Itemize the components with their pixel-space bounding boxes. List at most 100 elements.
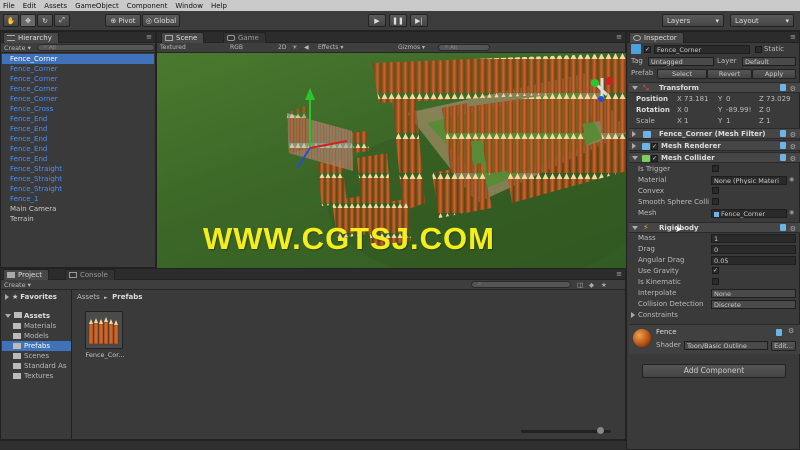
scale-y-field[interactable]: 1 xyxy=(726,116,756,126)
mesh-collider-checkbox[interactable]: ✓ xyxy=(651,155,658,162)
shader-edit-button[interactable]: Edit... xyxy=(771,341,796,351)
effects-dropdown[interactable]: Effects ▾ xyxy=(318,44,376,51)
tab-menu-icon[interactable]: ≡ xyxy=(790,33,796,41)
render-mode-dropdown[interactable]: Textured xyxy=(160,44,230,51)
pos-x-field[interactable]: 73.181 xyxy=(684,94,716,104)
interpolate-dropdown[interactable]: None xyxy=(711,289,796,298)
hierarchy-item[interactable]: Fence_Straight xyxy=(10,164,62,174)
mesh-renderer-header[interactable]: ✓ Mesh Renderer ⚙ xyxy=(629,140,800,151)
folder-item[interactable]: Textures xyxy=(13,372,53,380)
help-book-icon[interactable] xyxy=(780,224,786,231)
object-picker-icon[interactable]: ◉ xyxy=(789,176,794,183)
folder-item[interactable]: Scenes xyxy=(13,352,49,360)
mesh-field[interactable]: Fence_Corner xyxy=(711,209,787,218)
angular-drag-field[interactable]: 0.05 xyxy=(711,256,796,265)
favorite-star-icon[interactable]: ★ xyxy=(601,281,607,289)
tab-menu-icon[interactable]: ≡ xyxy=(146,33,152,41)
rot-z-field[interactable]: 0 xyxy=(766,105,798,115)
tab-scene[interactable]: Scene xyxy=(161,32,205,43)
light-icon[interactable]: ☀ xyxy=(292,44,304,51)
rot-y-field[interactable]: -89.99! xyxy=(726,105,756,115)
smooth-sphere-checkbox[interactable] xyxy=(712,198,719,205)
breadcrumb-assets[interactable]: Assets xyxy=(77,293,100,301)
scene-search-input[interactable]: ⌕ All xyxy=(438,44,490,51)
project-search-input[interactable]: ⌕ xyxy=(471,281,571,288)
create-button[interactable]: Create xyxy=(4,44,26,52)
menu-assets[interactable]: Assets xyxy=(44,2,67,10)
pos-z-field[interactable]: 73.029 xyxy=(766,94,798,104)
menu-gameobject[interactable]: GameObject xyxy=(75,2,119,10)
asset-thumbnail[interactable] xyxy=(85,311,123,349)
scale-x-field[interactable]: 1 xyxy=(684,116,716,126)
hierarchy-item[interactable]: Fence_Corner xyxy=(10,94,58,104)
menu-file[interactable]: File xyxy=(3,2,15,10)
hierarchy-item[interactable]: Fence_End xyxy=(10,124,47,134)
play-button[interactable]: ▶ xyxy=(368,14,386,27)
gear-icon[interactable]: ⚙ xyxy=(790,130,796,140)
layer-dropdown[interactable]: Default xyxy=(742,57,796,66)
hierarchy-item[interactable]: Main Camera xyxy=(10,204,56,214)
hierarchy-item[interactable]: Fence_End xyxy=(10,144,47,154)
folder-item[interactable]: Models xyxy=(13,332,49,340)
drag-field[interactable]: 0 xyxy=(711,245,796,254)
hand-tool-button[interactable]: ✋ xyxy=(3,14,19,27)
add-component-button[interactable]: Add Component xyxy=(642,364,786,378)
hierarchy-item[interactable]: Fence_Corner xyxy=(10,84,58,94)
shader-dropdown[interactable]: Toon/Basic Outline xyxy=(684,341,768,350)
hierarchy-item[interactable]: Fence_End xyxy=(10,134,47,144)
2d-toggle[interactable]: 2D xyxy=(278,44,292,51)
hierarchy-item[interactable]: Fence_Straight xyxy=(10,184,62,194)
collision-detection-dropdown[interactable]: Discrete xyxy=(711,300,796,309)
mass-field[interactable]: 1 xyxy=(711,234,796,243)
hierarchy-item[interactable]: Fence_Cross xyxy=(10,104,53,114)
object-name-field[interactable]: Fence_Corner xyxy=(654,45,750,54)
pivot-toggle[interactable]: ⊕ Pivot xyxy=(105,14,141,27)
folder-item[interactable]: Prefabs xyxy=(13,342,50,350)
gizmos-dropdown[interactable]: Gizmos ▾ xyxy=(398,44,438,51)
tab-menu-icon[interactable]: ≡ xyxy=(616,33,622,41)
step-button[interactable]: ▶| xyxy=(410,14,428,27)
hierarchy-item[interactable]: Fence_Corner xyxy=(10,74,58,84)
favorites-foldout[interactable]: ★ Favorites xyxy=(5,293,57,301)
hierarchy-item[interactable]: Terrain xyxy=(10,214,34,224)
hierarchy-item[interactable]: Fence_Corner xyxy=(10,64,58,74)
active-checkbox[interactable]: ✓ xyxy=(644,46,651,53)
assets-foldout[interactable]: Assets xyxy=(5,312,50,320)
tab-console[interactable]: Console xyxy=(65,269,115,280)
is-trigger-checkbox[interactable] xyxy=(712,165,719,172)
hierarchy-search-input[interactable]: ⌕ All xyxy=(36,44,155,51)
use-gravity-checkbox[interactable]: ✓ xyxy=(712,267,719,274)
convex-checkbox[interactable] xyxy=(712,187,719,194)
hierarchy-item[interactable]: Fence_Straight xyxy=(10,174,62,184)
is-kinematic-checkbox[interactable] xyxy=(712,278,719,285)
tab-hierarchy[interactable]: Hierarchy xyxy=(3,32,59,43)
gear-icon[interactable]: ⚙ xyxy=(790,142,796,152)
filter-label-icon[interactable]: ◆ xyxy=(589,281,594,289)
scale-z-field[interactable]: 1 xyxy=(766,116,798,126)
prefab-apply-button[interactable]: Apply xyxy=(752,69,796,79)
tag-dropdown[interactable]: Untagged xyxy=(648,57,714,66)
static-checkbox[interactable] xyxy=(755,46,762,53)
scene-viewport[interactable]: WWW.CGTSJ.COM xyxy=(157,53,627,269)
tab-menu-icon[interactable]: ≡ xyxy=(616,270,622,278)
rot-x-field[interactable]: 0 xyxy=(684,105,716,115)
menu-window[interactable]: Window xyxy=(175,2,203,10)
hierarchy-item[interactable]: Fence_End xyxy=(10,154,47,164)
tab-project[interactable]: Project xyxy=(3,269,49,280)
mesh-collider-header[interactable]: ✓ Mesh Collider ⚙ xyxy=(629,152,800,163)
prefab-select-button[interactable]: Select xyxy=(657,69,707,79)
help-book-icon[interactable] xyxy=(780,130,786,137)
mesh-filter-header[interactable]: Fence_Corner (Mesh Filter) ⚙ xyxy=(629,128,800,139)
help-book-icon[interactable] xyxy=(776,329,782,336)
layout-dropdown[interactable]: Layout ▾ xyxy=(730,14,794,27)
hierarchy-item[interactable]: Fence_End xyxy=(10,114,47,124)
rigidbody-header[interactable]: ⚡ Rigidbody ⚙ xyxy=(629,222,800,233)
scale-tool-button[interactable]: ⤢ xyxy=(54,14,70,27)
breadcrumb-prefabs[interactable]: Prefabs xyxy=(112,293,142,301)
hierarchy-item[interactable]: Fence_Corner xyxy=(10,54,58,64)
gear-icon[interactable]: ⚙ xyxy=(790,154,796,164)
hierarchy-item[interactable]: Fence_1 xyxy=(10,194,39,204)
slider-handle[interactable] xyxy=(597,427,604,434)
global-toggle[interactable]: ◎ Global xyxy=(142,14,180,27)
prefab-revert-button[interactable]: Revert xyxy=(707,69,752,79)
